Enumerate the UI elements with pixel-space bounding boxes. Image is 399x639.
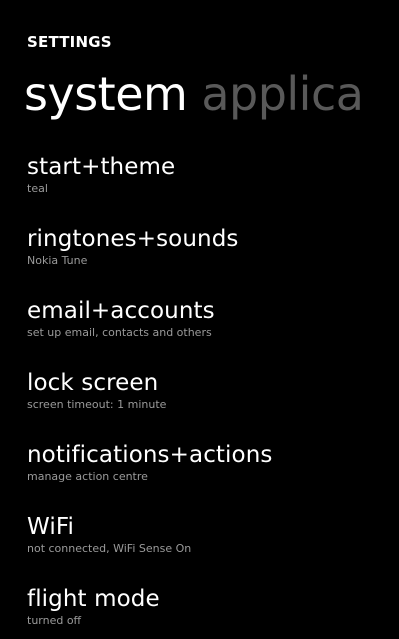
- pivot-applications[interactable]: applica: [201, 67, 364, 121]
- settings-item-notifications-actions[interactable]: notifications+actions manage action cent…: [27, 441, 272, 484]
- settings-item-flight-mode[interactable]: flight mode turned off: [27, 585, 160, 628]
- item-subtitle: turned off: [27, 614, 82, 627]
- pivot-header: system applica: [24, 64, 364, 124]
- item-title: email+accounts: [27, 298, 215, 324]
- pivot-system[interactable]: system: [24, 67, 188, 121]
- item-title: ringtones+sounds: [27, 226, 239, 252]
- item-title: WiFi: [27, 514, 74, 540]
- item-subtitle: set up email, contacts and others: [27, 326, 212, 339]
- settings-item-wifi[interactable]: WiFi not connected, WiFi Sense On: [27, 513, 191, 556]
- settings-item-ringtones-sounds[interactable]: ringtones+sounds Nokia Tune: [27, 225, 239, 268]
- item-subtitle: Nokia Tune: [27, 254, 88, 267]
- item-title: lock screen: [27, 370, 159, 396]
- item-subtitle: manage action centre: [27, 470, 148, 483]
- settings-item-email-accounts[interactable]: email+accounts set up email, contacts an…: [27, 297, 215, 340]
- item-title: flight mode: [27, 586, 160, 612]
- settings-item-lock-screen[interactable]: lock screen screen timeout: 1 minute: [27, 369, 166, 412]
- item-title: notifications+actions: [27, 442, 273, 468]
- item-subtitle: not connected, WiFi Sense On: [27, 542, 192, 555]
- settings-item-start-theme[interactable]: start+theme teal: [27, 153, 175, 196]
- item-subtitle: teal: [27, 182, 48, 195]
- app-title: SETTINGS: [27, 33, 112, 51]
- item-title: start+theme: [27, 154, 176, 180]
- item-subtitle: screen timeout: 1 minute: [27, 398, 167, 411]
